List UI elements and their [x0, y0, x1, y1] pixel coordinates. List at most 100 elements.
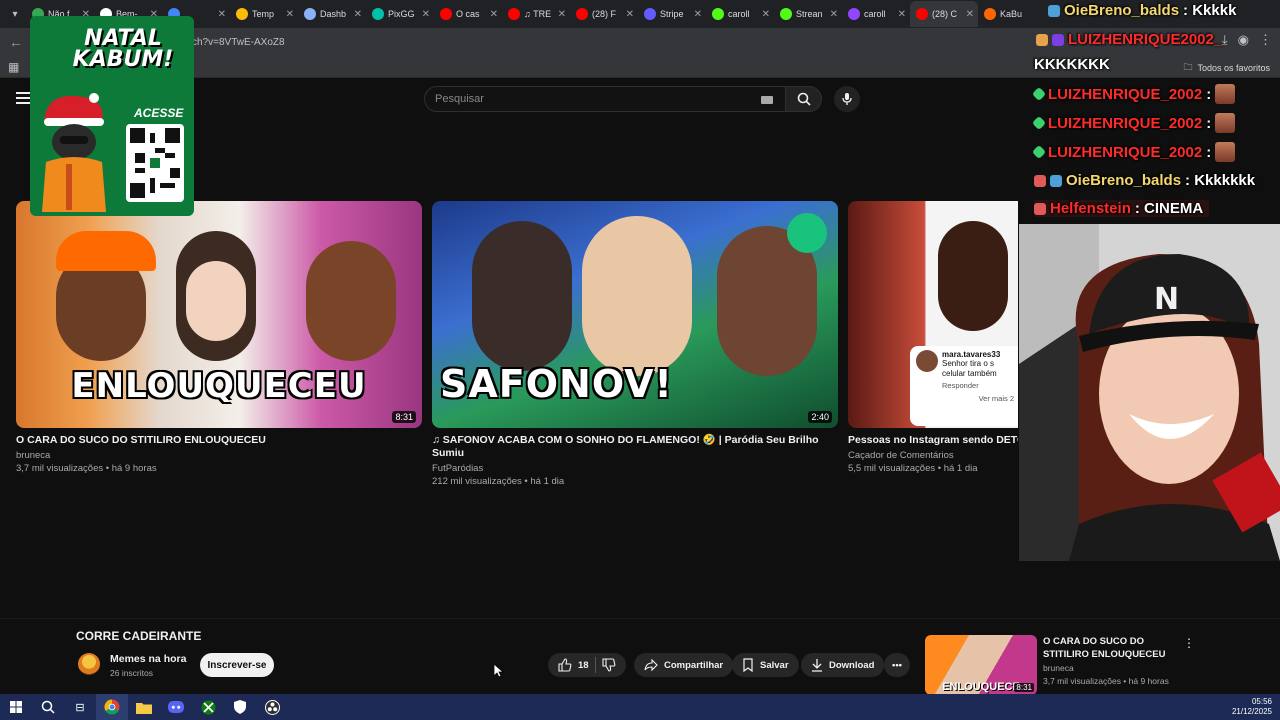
tab-close-icon[interactable]: ✕	[490, 9, 498, 20]
tab-close-icon[interactable]: ✕	[286, 9, 294, 20]
tab-favicon-icon	[576, 8, 588, 20]
voice-search-button[interactable]	[834, 86, 860, 112]
video-card[interactable]: mara.tavares33 Senhor tira o s celular t…	[848, 201, 1018, 474]
video-meta: 3,7 mil visualizações • há 9 horas	[16, 463, 157, 474]
video-card[interactable]: ENLOUQUECEU 8:31 O CARA DO SUCO DO STITI…	[16, 201, 422, 474]
channel-name[interactable]: FutParódias	[432, 463, 838, 474]
video-thumbnail[interactable]: SAFONOV! 2:40	[432, 201, 838, 428]
xbox-icon[interactable]	[192, 694, 224, 720]
back-icon[interactable]: ←	[4, 30, 28, 54]
chat-badge-icon	[1031, 144, 1047, 160]
up-next-channel[interactable]: bruneca	[1043, 663, 1074, 673]
browser-tab[interactable]: Temp ✕	[230, 1, 298, 27]
chat-message: KKKKKKK	[1034, 56, 1110, 73]
tab-close-icon[interactable]: ✕	[354, 9, 362, 20]
chat-username: LUIZHENRIQUE_2002	[1048, 143, 1203, 161]
tab-title: Strean	[796, 9, 823, 19]
keyboard-icon[interactable]	[761, 96, 773, 104]
tab-close-icon[interactable]: ✕	[218, 9, 226, 20]
tab-favicon-icon	[780, 8, 792, 20]
thumbnail-caption: SAFONOV!	[440, 362, 673, 406]
chat-text: : CINEMA	[1134, 200, 1204, 217]
chat-text: :	[1206, 114, 1212, 132]
thumbs-down-icon[interactable]	[602, 658, 616, 672]
tab-close-icon[interactable]: ✕	[898, 9, 906, 20]
obs-icon[interactable]	[256, 694, 288, 720]
browser-tab[interactable]: PixGG ✕	[366, 1, 434, 27]
browser-tab[interactable]: Dashb ✕	[298, 1, 366, 27]
comment-user: mara.tavares33	[942, 350, 1001, 359]
channel-name[interactable]: bruneca	[16, 450, 422, 461]
up-next-thumbnail[interactable]: ENLOUQUECE 8:31	[925, 635, 1037, 695]
tab-title: PixGG	[388, 9, 415, 19]
task-view-icon[interactable]: ⊟	[64, 694, 96, 720]
chrome-icon[interactable]	[96, 694, 128, 720]
download-button[interactable]: Download	[801, 653, 885, 677]
search-input[interactable]	[435, 93, 745, 105]
promo-overlay: NATAL KABUM! ACESSE	[30, 16, 194, 216]
video-card[interactable]: SAFONOV! 2:40 ♫ SAFONOV ACABA COM O SONH…	[432, 201, 838, 487]
browser-tab[interactable]: ♫ TRE ✕	[502, 1, 570, 27]
discord-icon[interactable]	[160, 694, 192, 720]
more-actions-button[interactable]: •••	[884, 653, 910, 677]
video-thumbnail[interactable]: mara.tavares33 Senhor tira o s celular t…	[848, 201, 1018, 428]
up-next-title[interactable]: O CARA DO SUCO DO STITILIRO ENLOUQUECEU	[1043, 635, 1173, 661]
tab-title: caroll	[728, 9, 750, 19]
browser-tab[interactable]: Stripe ✕	[638, 1, 706, 27]
security-shield-icon[interactable]	[224, 694, 256, 720]
share-button[interactable]: Compartilhar	[634, 653, 734, 677]
tab-close-icon[interactable]: ✕	[966, 9, 974, 20]
file-explorer-icon[interactable]	[128, 694, 160, 720]
up-next-menu-icon[interactable]: ⋮	[1183, 636, 1195, 650]
now-playing-channel[interactable]: Memes na hora	[110, 653, 186, 665]
qr-code-icon	[126, 124, 184, 202]
url-field[interactable]: ch?v=8VTwE-AXoZ8	[192, 32, 285, 52]
hamburger-menu-icon[interactable]	[16, 92, 30, 104]
thumbs-up-icon[interactable]	[558, 658, 572, 672]
search-button[interactable]	[786, 86, 822, 112]
mouse-cursor-icon	[494, 664, 504, 678]
person-2-face	[186, 261, 246, 341]
windows-start-icon[interactable]	[0, 694, 32, 720]
tab-close-icon[interactable]: ✕	[626, 9, 634, 20]
tab-favicon-icon	[984, 8, 996, 20]
promo-cta: ACESSE	[134, 106, 184, 120]
tab-title: Temp	[252, 9, 275, 19]
taskbar-search-icon[interactable]	[32, 694, 64, 720]
browser-tab[interactable]: caroll ✕	[706, 1, 774, 27]
browser-tab[interactable]: (28) F ✕	[570, 1, 638, 27]
browser-tab[interactable]: caroll ✕	[842, 1, 910, 27]
video-duration: 2:40	[808, 411, 832, 423]
stream-chat-overlay: OieBreno_balds : Kkkkk LUIZHENRIQUE2002_…	[1031, 0, 1280, 224]
channel-name[interactable]: Caçador de Comentários	[848, 450, 1018, 461]
tab-search-icon[interactable]: ▾	[4, 3, 26, 25]
chat-badge-icon	[1050, 174, 1062, 187]
now-playing-title: CORRE CADEIRANTE	[76, 629, 202, 643]
tab-title: O cas	[456, 9, 480, 19]
chat-text: KKKKKKK	[1034, 56, 1110, 73]
comment-text: Senhor tira o s celular também	[942, 359, 997, 378]
browser-tab-active[interactable]: (28) C ✕	[910, 1, 978, 27]
tab-close-icon[interactable]: ✕	[558, 9, 566, 20]
tab-close-icon[interactable]: ✕	[694, 9, 702, 20]
browser-tab[interactable]: Strean ✕	[774, 1, 842, 27]
video-title[interactable]: Pessoas no Instagram sendo DETO	[848, 434, 1018, 447]
chat-text: : Kkkkk	[1183, 2, 1237, 19]
save-button[interactable]: Salvar	[732, 653, 799, 677]
chat-username: OieBreno_balds	[1064, 2, 1180, 19]
tab-close-icon[interactable]: ✕	[762, 9, 770, 20]
video-title[interactable]: ♫ SAFONOV ACABA COM O SONHO DO FLAMENGO!…	[432, 434, 832, 460]
tab-close-icon[interactable]: ✕	[830, 9, 838, 20]
chat-emote-icon	[1215, 84, 1236, 104]
tab-close-icon[interactable]: ✕	[422, 9, 430, 20]
video-title[interactable]: O CARA DO SUCO DO STITILIRO ENLOUQUECEU	[16, 434, 416, 447]
subscribe-button[interactable]: Inscrever-se	[200, 653, 274, 677]
video-thumbnail[interactable]: ENLOUQUECEU 8:31	[16, 201, 422, 428]
clock-date: 21/12/2025	[1231, 707, 1272, 716]
chat-message: LUIZHENRIQUE_2002 :	[1031, 84, 1236, 104]
apps-grid-icon[interactable]: ▦	[8, 60, 19, 74]
system-clock[interactable]: 05:56 21/12/2025	[1232, 697, 1272, 717]
browser-tab[interactable]: O cas ✕	[434, 1, 502, 27]
player-2-figure	[582, 216, 692, 376]
channel-avatar[interactable]	[78, 653, 100, 675]
